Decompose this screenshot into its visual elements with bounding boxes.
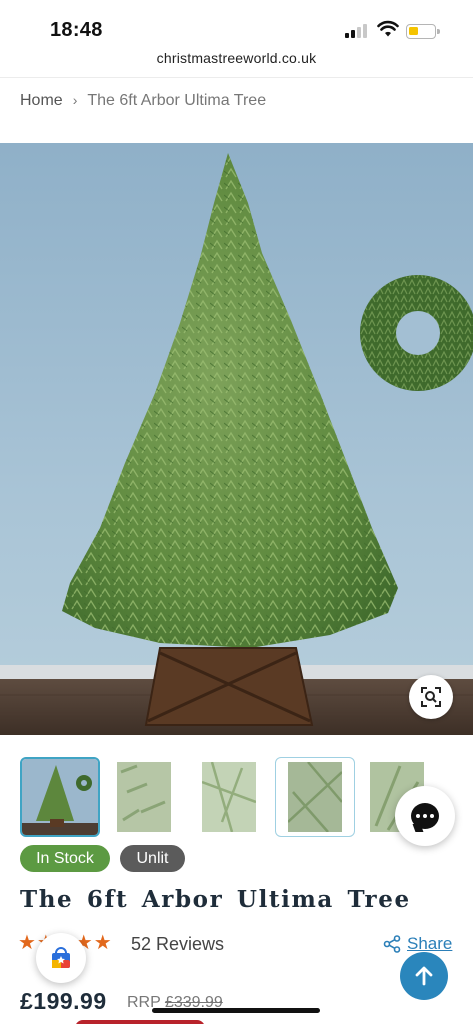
- status-bar: 18:48: [0, 0, 473, 44]
- shopping-bag-icon: [52, 947, 70, 968]
- status-time: 18:48: [50, 19, 103, 41]
- scroll-to-top-button[interactable]: [400, 952, 448, 1000]
- breadcrumb-separator: ›: [72, 92, 78, 108]
- thumbnail-needle-detail[interactable]: [202, 757, 282, 837]
- unlit-badge: Unlit: [120, 845, 185, 872]
- in-stock-badge: In Stock: [20, 845, 110, 872]
- thumbnail-branch-tips[interactable]: [117, 757, 197, 837]
- thumbnail-full-tree[interactable]: [20, 757, 100, 837]
- share-button[interactable]: Share: [383, 934, 452, 954]
- zoom-button[interactable]: [409, 675, 453, 719]
- live-chat-button[interactable]: [395, 786, 455, 846]
- breadcrumb-home-link[interactable]: Home: [20, 92, 63, 109]
- product-main-image[interactable]: [0, 143, 473, 735]
- cellular-signal-icon: [345, 24, 371, 38]
- product-price: £199.99: [20, 988, 107, 1014]
- share-icon: [383, 935, 401, 953]
- zoom-search-icon: [421, 687, 441, 707]
- battery-icon: [406, 24, 440, 39]
- divider: [0, 77, 473, 78]
- arrow-up-icon: [415, 966, 433, 986]
- home-indicator: [152, 1008, 320, 1013]
- sale-tag: [75, 1020, 205, 1024]
- share-label: Share: [407, 934, 453, 953]
- product-title: The 6ft Arbor Ultima Tree: [20, 886, 411, 913]
- breadcrumb-current: The 6ft Arbor Ultima Tree: [87, 92, 267, 109]
- url-bar[interactable]: christmastreeworld.co.uk: [0, 50, 473, 66]
- reviews-link[interactable]: 52 Reviews: [131, 934, 224, 955]
- shopping-bag-button[interactable]: [36, 933, 86, 983]
- wifi-icon: [377, 20, 399, 37]
- breadcrumb: Home › The 6ft Arbor Ultima Tree: [20, 92, 266, 110]
- thumbnail-branch-detail[interactable]: [275, 757, 355, 837]
- chat-bubble-icon: [411, 803, 439, 829]
